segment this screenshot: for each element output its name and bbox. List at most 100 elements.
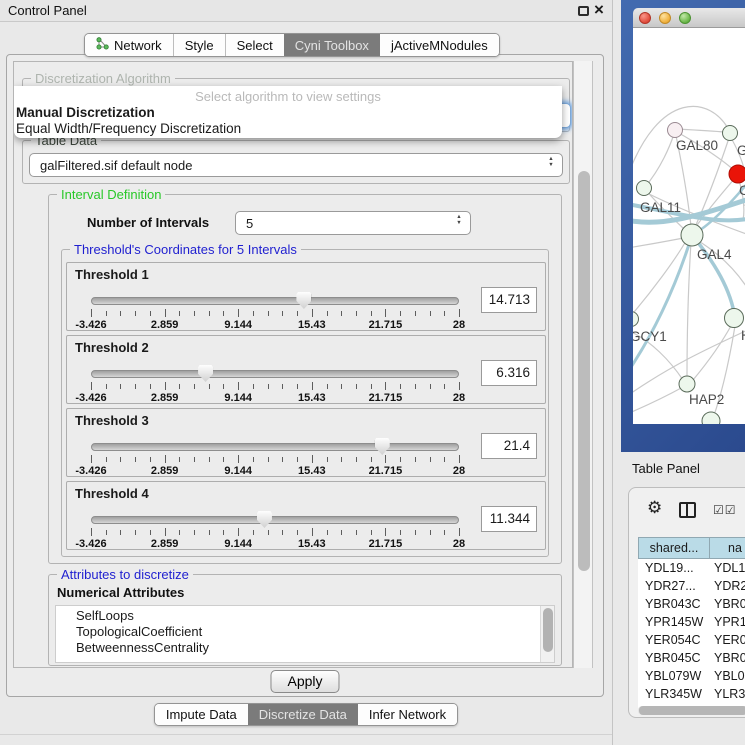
slider-track[interactable] — [91, 370, 459, 378]
tab-discretize-data[interactable]: Discretize Data — [248, 704, 358, 725]
table-row[interactable]: YER054CYER0 — [638, 631, 745, 649]
node-gcy1[interactable] — [633, 312, 639, 327]
table-cell[interactable]: YLR345W — [638, 685, 709, 703]
attribute-item[interactable]: BetweennessCentrality — [56, 640, 554, 656]
node-right-h[interactable] — [725, 309, 744, 328]
threshold-value-field[interactable]: 6.316 — [481, 360, 537, 386]
table-cell[interactable]: YDR2 — [709, 577, 745, 595]
threshold-value-field[interactable]: 21.4 — [481, 433, 537, 459]
network-canvas[interactable]: GAL80 G C GAL11 GAL4 GCY1 H HAP2 — [633, 28, 745, 424]
dropdown-option-manual-discretization[interactable]: Manual Discretization — [14, 105, 562, 121]
table-row[interactable]: YDR27...YDR2 — [638, 577, 745, 595]
table-cell[interactable]: YBL0 — [709, 667, 745, 685]
tab-network-label: Network — [114, 38, 162, 53]
table-row[interactable]: YBR043CYBR0 — [638, 595, 745, 613]
table-cell[interactable]: YBR0 — [709, 595, 745, 613]
column-header-shared-name[interactable]: shared... — [638, 537, 709, 559]
table-row[interactable]: YBL079WYBL0 — [638, 667, 745, 685]
numerical-attributes-list[interactable]: SelfLoopsTopologicalCoefficientBetweenne… — [55, 605, 555, 663]
slider-track[interactable] — [91, 516, 459, 524]
threshold-value-field[interactable]: 14.713 — [481, 287, 537, 313]
tab-infer-network[interactable]: Infer Network — [358, 704, 457, 725]
tick-mark — [341, 457, 342, 462]
threshold-slider[interactable]: -3.4262.8599.14415.4321.71528 — [91, 441, 459, 475]
tab-style[interactable]: Style — [173, 34, 225, 56]
node-table-rows[interactable]: YDL19...YDL1YDR27...YDR2YBR043CYBR0YPR14… — [638, 559, 745, 709]
node-gal4[interactable] — [681, 224, 703, 246]
panel-vertical-scrollbar[interactable] — [573, 61, 593, 668]
node-gal80[interactable] — [668, 123, 683, 138]
column-header-name[interactable]: na — [709, 537, 745, 559]
algorithm-dropdown-popup: Select algorithm to view settings Manual… — [14, 86, 562, 138]
attributes-scrollbar[interactable] — [540, 606, 554, 662]
tick-mark — [430, 457, 431, 462]
table-scrollbar-thumb[interactable] — [639, 706, 745, 715]
select-columns-icons[interactable]: ☑☑ — [713, 503, 737, 517]
threshold-slider[interactable]: -3.4262.8599.14415.4321.71528 — [91, 368, 459, 402]
checkbox-checked-icon: ☑ — [725, 503, 737, 517]
table-cell[interactable]: YBL079W — [638, 667, 709, 685]
tab-select[interactable]: Select — [225, 34, 284, 56]
attribute-item[interactable]: SelfLoops — [56, 608, 554, 624]
close-icon[interactable]: × — [594, 0, 604, 20]
tab-impute-data[interactable]: Impute Data — [155, 704, 248, 725]
tab-jactivemnodules[interactable]: jActiveMNodules — [380, 34, 499, 56]
slider-ticks — [91, 382, 459, 391]
table-cell[interactable]: YPR1 — [709, 613, 745, 631]
table-data-combobox[interactable]: galFiltered.sif default node ▲ ▼ — [29, 153, 563, 177]
table-cell[interactable]: YER054C — [638, 631, 709, 649]
slider-thumb[interactable] — [375, 438, 390, 455]
slider-track[interactable] — [91, 297, 459, 305]
tick-label: 9.144 — [224, 538, 252, 550]
table-cell[interactable]: YDR27... — [638, 577, 709, 595]
zoom-window-button[interactable] — [679, 12, 691, 24]
node-selected-red[interactable] — [729, 165, 745, 183]
node-gal11[interactable] — [637, 181, 652, 196]
tick-mark — [444, 457, 445, 462]
tab-cyni-toolbox[interactable]: Cyni Toolbox — [284, 34, 380, 56]
table-cell[interactable]: YBR045C — [638, 649, 709, 667]
panel-scrollbar-thumb[interactable] — [578, 171, 590, 571]
threshold-label: Threshold 2 — [75, 340, 149, 355]
gear-icon[interactable]: ⚙ — [647, 498, 662, 518]
table-cell[interactable]: YER0 — [709, 631, 745, 649]
slider-thumb[interactable] — [198, 365, 213, 382]
slider-thumb[interactable] — [296, 292, 311, 309]
threshold-slider[interactable]: -3.4262.8599.14415.4321.71528 — [91, 295, 459, 329]
tick-mark — [91, 382, 92, 390]
table-cell[interactable]: YPR145W — [638, 613, 709, 631]
tab-network[interactable]: Network — [85, 34, 173, 56]
stepper-icon[interactable]: ▲ ▼ — [453, 214, 465, 226]
slider-track[interactable] — [91, 443, 459, 451]
table-row[interactable]: YBR045CYBR0 — [638, 649, 745, 667]
number-of-intervals-combobox[interactable]: 5 ▲ ▼ — [235, 211, 471, 235]
column-settings-icon[interactable] — [679, 502, 696, 518]
node-bottom-partial[interactable] — [702, 412, 720, 424]
float-window-icon[interactable] — [578, 6, 589, 16]
dropdown-placeholder-option[interactable]: Select algorithm to view settings — [14, 89, 562, 105]
apply-button[interactable]: Apply — [270, 670, 339, 693]
table-cell[interactable]: YDL1 — [709, 559, 745, 577]
table-cell[interactable]: YBR043C — [638, 595, 709, 613]
tick-label: 28 — [453, 392, 465, 404]
table-row[interactable]: YLR345WYLR3 — [638, 685, 745, 703]
minimize-window-button[interactable] — [659, 12, 671, 24]
attributes-scrollbar-thumb[interactable] — [543, 608, 553, 652]
table-horizontal-scrollbar[interactable] — [638, 706, 745, 715]
threshold-slider[interactable]: -3.4262.8599.14415.4321.71528 — [91, 514, 459, 548]
node-hap2[interactable] — [679, 376, 695, 392]
table-cell[interactable]: YDL19... — [638, 559, 709, 577]
threshold-value-field[interactable]: 11.344 — [481, 506, 537, 532]
tick-mark — [282, 311, 283, 316]
table-row[interactable]: YPR145WYPR1 — [638, 613, 745, 631]
table-cell[interactable]: YLR3 — [709, 685, 745, 703]
stepper-icon[interactable]: ▲ ▼ — [545, 156, 557, 168]
table-cell[interactable]: YBR0 — [709, 649, 745, 667]
close-window-button[interactable] — [639, 12, 651, 24]
slider-thumb[interactable] — [257, 511, 272, 528]
attribute-item[interactable]: TopologicalCoefficient — [56, 624, 554, 640]
node-top-right[interactable] — [723, 126, 738, 141]
network-window-titlebar[interactable] — [633, 8, 745, 28]
table-row[interactable]: YDL19...YDL1 — [638, 559, 745, 577]
dropdown-option-equal-width[interactable]: Equal Width/Frequency Discretization — [14, 121, 562, 137]
